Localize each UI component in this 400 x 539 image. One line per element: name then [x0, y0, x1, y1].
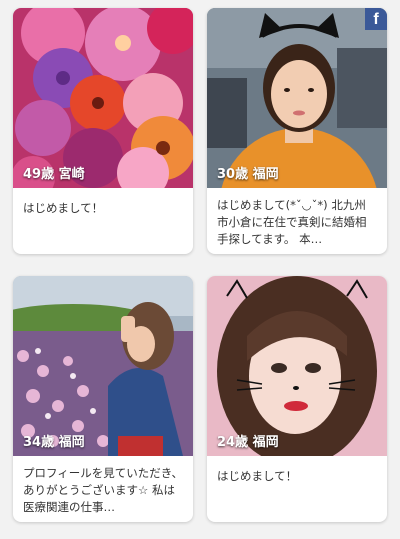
age-location-label: 30歳 福岡	[217, 167, 279, 182]
age-location-label: 49歳 宮崎	[23, 167, 85, 182]
profile-card[interactable]: 49歳 宮崎 はじめまして！	[13, 8, 193, 254]
profile-card[interactable]: 34歳 福岡 プロフィールを見ていただき、ありがとうございます☆ 私は医療関連の…	[13, 276, 193, 522]
profile-photo[interactable]: 49歳 宮崎	[13, 8, 193, 188]
profile-photo[interactable]: 24歳 福岡	[207, 276, 387, 456]
profile-message: はじめまして(*ˇ◡ˇ*) 北九州市小倉に在住で真剣に結婚相手探してます。 本…	[217, 198, 367, 246]
profile-message: はじめまして！	[23, 201, 104, 215]
facebook-icon: f	[365, 8, 387, 30]
age-location-label: 24歳 福岡	[217, 435, 279, 450]
woman-in-flower-field-photo	[13, 276, 193, 456]
profile-card[interactable]: 24歳 福岡 はじめまして！	[207, 276, 387, 522]
profile-message: プロフィールを見ていただき、ありがとうございます☆ 私は医療関連の仕事…	[23, 466, 183, 514]
profile-photo[interactable]: 34歳 福岡	[13, 276, 193, 456]
flower-bouquet-photo	[13, 8, 193, 188]
age-location-label: 34歳 福岡	[23, 435, 85, 450]
profile-message: はじめまして！	[217, 469, 298, 483]
profile-card[interactable]: f 30歳 福岡 はじめまして(*ˇ◡ˇ*) 北九州市小倉に在住で真剣に結婚相手…	[207, 8, 387, 254]
woman-with-cat-ears-photo	[207, 8, 387, 188]
profile-photo[interactable]: f 30歳 福岡	[207, 8, 387, 188]
woman-with-cat-filter-photo	[207, 276, 387, 456]
